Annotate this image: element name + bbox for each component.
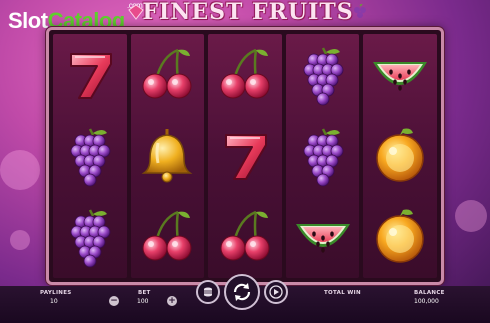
symbol-cell [53, 115, 127, 196]
grapes-icon [303, 47, 343, 106]
watermelon-icon [373, 61, 428, 91]
autoplay-button[interactable] [264, 280, 288, 304]
paylines-label: PAYLINES [40, 290, 72, 296]
bet-label: BET [138, 290, 151, 296]
seven-icon [224, 133, 267, 180]
symbol-cell [208, 197, 282, 278]
bell-icon [141, 128, 193, 183]
grapes-icon [303, 128, 343, 187]
cherries-icon [220, 211, 270, 261]
gem-icon [128, 4, 144, 20]
symbol-cell [286, 197, 360, 278]
paylines-value: 10 [50, 298, 58, 305]
game-logo: FINEST FRUITS [128, 0, 368, 26]
bet-minus-button[interactable]: − [109, 296, 119, 306]
cherries-icon [220, 48, 270, 99]
watermelon-icon [295, 224, 350, 253]
reel-1 [53, 34, 127, 278]
reel-4 [285, 34, 360, 278]
symbol-cell [131, 115, 205, 196]
symbol-cell [363, 115, 437, 196]
cherries-icon [142, 48, 192, 99]
background-bokeh [455, 200, 487, 232]
reel-3 [208, 34, 282, 278]
symbol-cell [131, 197, 205, 278]
total-win-label: TOTAL WIN [324, 290, 361, 296]
symbol-cell [131, 34, 205, 115]
spin-button[interactable] [224, 274, 260, 310]
reels-grid [53, 34, 437, 278]
background-bokeh [0, 150, 40, 190]
background-bokeh [10, 230, 30, 250]
grapes-icon [70, 128, 111, 187]
symbol-cell [286, 34, 360, 115]
balance-label: BALANCE [414, 290, 445, 296]
cherries-icon [142, 211, 192, 261]
grapes-icon [354, 4, 366, 18]
symbol-cell [53, 197, 127, 278]
game-title: FINEST FRUITS [142, 0, 354, 25]
symbol-cell [286, 115, 360, 196]
seven-icon [69, 52, 112, 99]
bet-plus-button[interactable]: + [167, 296, 177, 306]
coins-button[interactable] [196, 280, 220, 304]
coins-icon [204, 287, 212, 297]
watermark-slot: Slot [8, 8, 48, 33]
orange-icon [376, 128, 424, 182]
symbol-cell [208, 34, 282, 115]
symbol-cell [363, 34, 437, 115]
grapes-icon [70, 209, 111, 268]
orange-icon [376, 209, 424, 264]
symbol-cell [208, 115, 282, 196]
spin-arrows-icon [233, 283, 251, 301]
play-icon [269, 285, 283, 299]
symbol-cell [363, 197, 437, 278]
reel-2 [130, 34, 205, 278]
reel-frame [46, 27, 444, 285]
bet-value: 100 [137, 298, 149, 305]
balance-value: 100,000 [414, 298, 439, 305]
control-bar: PAYLINES 10 BET − 100 + TOTAL WIN BALANC… [0, 274, 490, 323]
reel-5 [363, 34, 437, 278]
symbol-cell [53, 34, 127, 115]
